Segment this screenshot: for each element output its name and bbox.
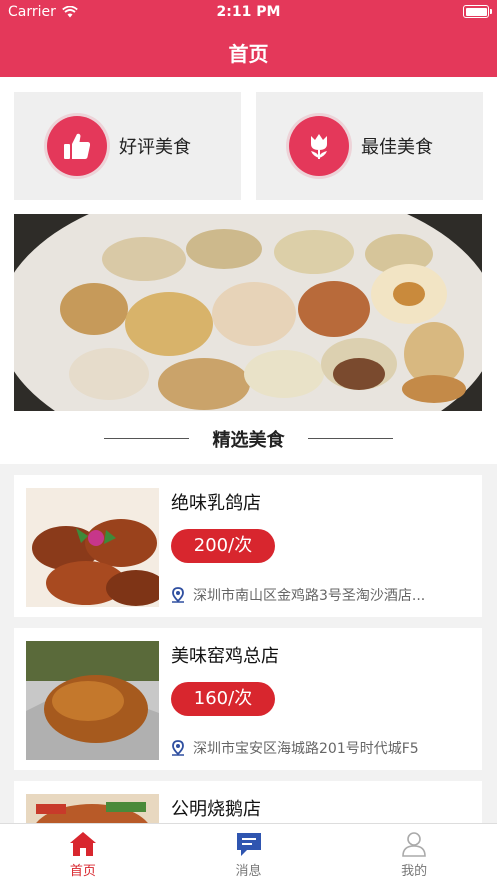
tab-bar: 首页 消息 我的 (0, 823, 497, 883)
tab-messages[interactable]: 消息 (166, 824, 332, 883)
divider-right (308, 438, 393, 439)
address-row: 深圳市南山区金鸡路3号圣淘沙酒店... (171, 585, 471, 605)
section-header: 精选美食 (0, 412, 497, 464)
address-row: 深圳市宝安区海城路201号时代城F5 (171, 738, 471, 758)
tulip-icon (289, 116, 349, 176)
main-content[interactable]: 好评美食 最佳美食 精选美食 绝味乳鸽店 200/次 深圳市南山区金鸡路3号圣淘… (0, 77, 497, 823)
card-good-reviews[interactable]: 好评美食 (14, 92, 241, 200)
list-item[interactable]: 公明烧鹅店 (14, 781, 482, 823)
tab-profile[interactable]: 我的 (331, 824, 497, 883)
list-item[interactable]: 美味窑鸡总店 160/次 深圳市宝安区海城路201号时代城F5 (14, 628, 482, 770)
restaurant-name: 公明烧鹅店 (171, 799, 261, 820)
price-badge: 160/次 (171, 682, 275, 716)
card-label: 好评美食 (119, 137, 191, 158)
price-badge: 200/次 (171, 529, 275, 563)
battery-icon (463, 5, 492, 18)
location-pin-icon (172, 587, 184, 603)
restaurant-address: 深圳市宝安区海城路201号时代城F5 (193, 741, 419, 757)
list-item[interactable]: 绝味乳鸽店 200/次 深圳市南山区金鸡路3号圣淘沙酒店... (14, 475, 482, 617)
thumbs-up-icon (47, 116, 107, 176)
banner-image[interactable] (14, 214, 482, 411)
card-best-food[interactable]: 最佳美食 (256, 92, 483, 200)
message-icon (236, 833, 261, 856)
tab-label: 消息 (235, 864, 262, 879)
status-bar: Carrier 2:11 PM (0, 0, 497, 24)
section-title: 精选美食 (212, 430, 285, 451)
location-pin-icon (172, 740, 184, 756)
page-title: 首页 (228, 42, 269, 66)
restaurant-name: 绝味乳鸽店 (171, 493, 261, 514)
clock: 2:11 PM (216, 4, 281, 20)
restaurant-address: 深圳市南山区金鸡路3号圣淘沙酒店... (193, 588, 426, 604)
user-icon (402, 832, 426, 857)
tab-home[interactable]: 首页 (0, 824, 166, 883)
restaurant-name: 美味窑鸡总店 (171, 646, 279, 667)
restaurant-photo (26, 641, 159, 760)
tab-label: 我的 (401, 864, 428, 879)
restaurant-photo (26, 794, 159, 823)
category-cards: 好评美食 最佳美食 (0, 77, 497, 212)
restaurant-photo (26, 488, 159, 607)
nav-bar: 首页 (0, 24, 497, 77)
tab-label: 首页 (69, 864, 96, 879)
home-icon (69, 832, 96, 856)
card-label: 最佳美食 (361, 137, 433, 158)
